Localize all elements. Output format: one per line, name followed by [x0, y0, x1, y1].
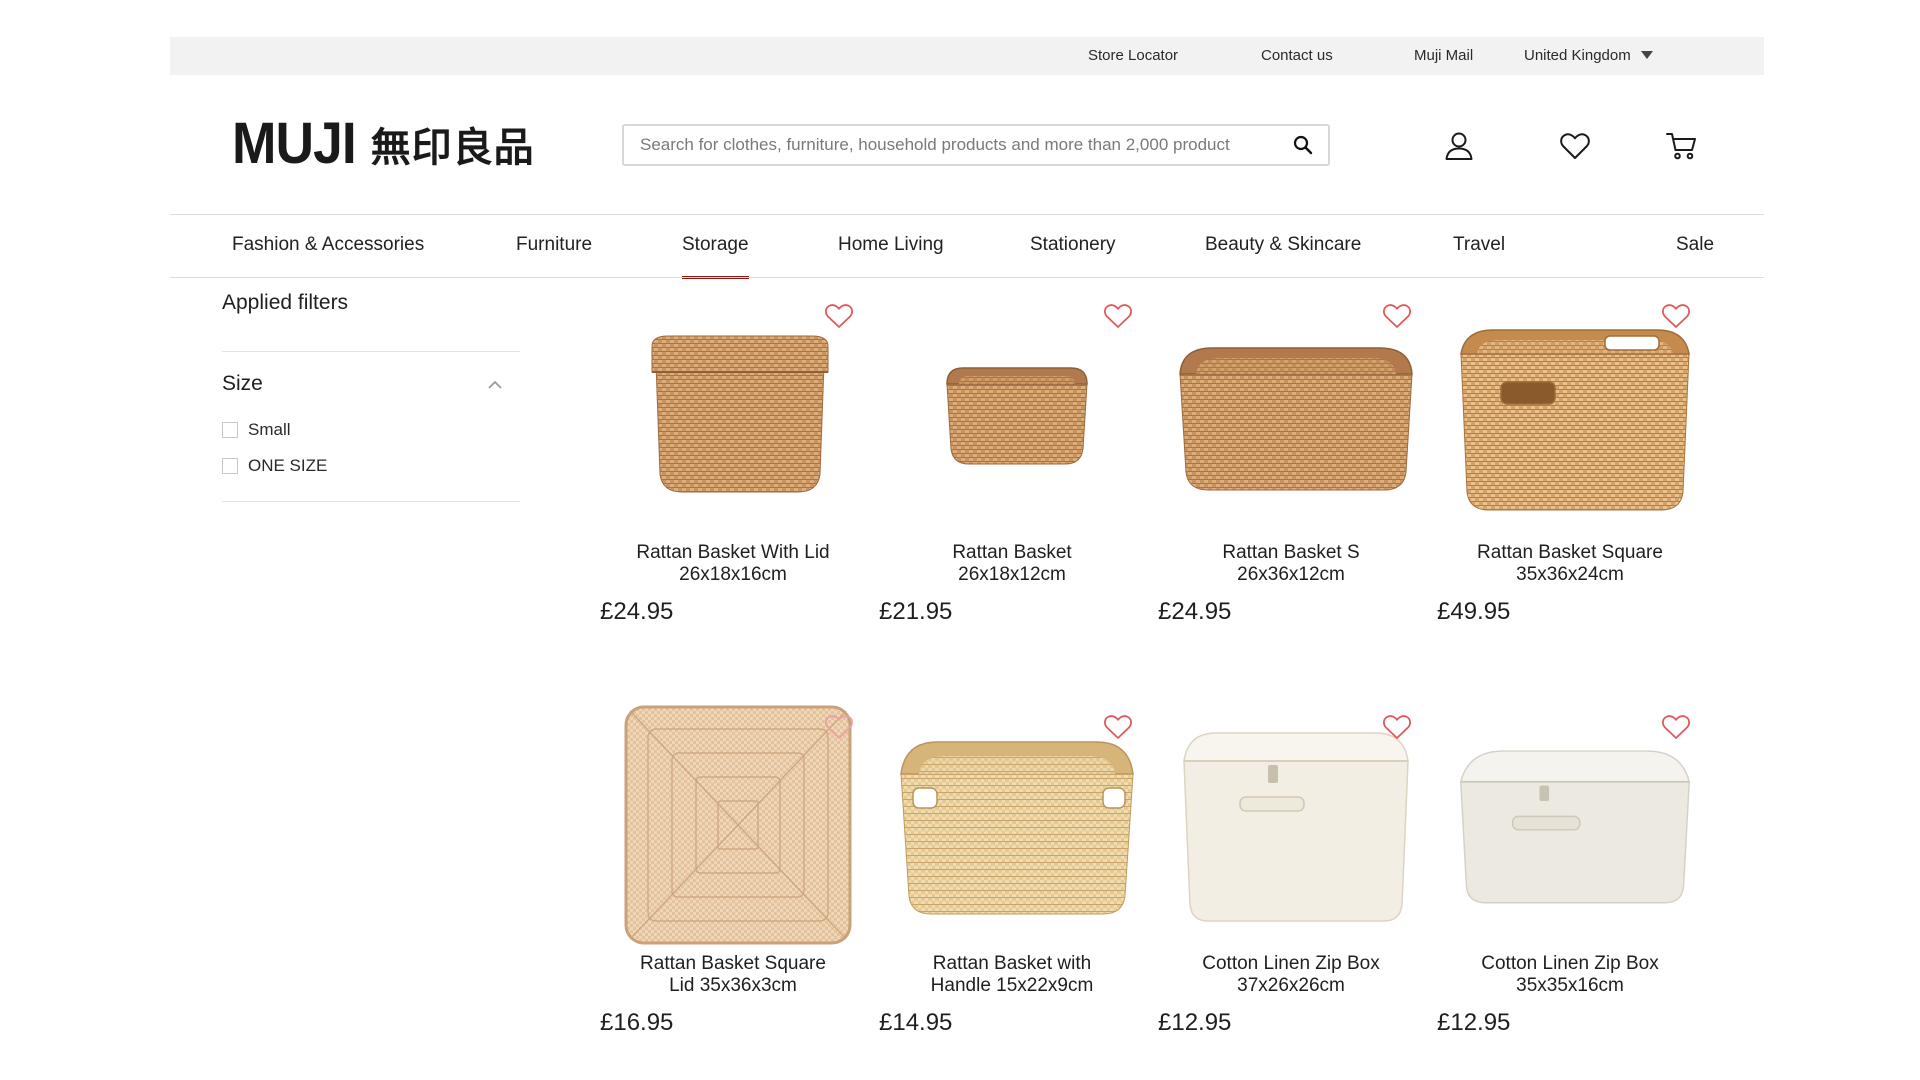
product-name-line: Rattan Basket S — [1222, 542, 1360, 563]
product-card[interactable]: Rattan Basket with Handle 15x22x9cm £14.9… — [877, 705, 1147, 1065]
product-card[interactable]: Rattan Basket 26x18x12cm £21.95 — [877, 294, 1147, 654]
search-bar — [622, 124, 1330, 166]
product-name[interactable]: Rattan Basket Square Lid 35x36x3cm — [598, 953, 868, 997]
product-name-line: 35x35x16cm — [1516, 975, 1624, 996]
product-image[interactable] — [618, 705, 858, 945]
wishlist-heart-icon[interactable] — [824, 713, 854, 741]
wishlist-heart-icon[interactable] — [1382, 713, 1412, 741]
product-name[interactable]: Rattan Basket Square 35x36x24cm — [1435, 542, 1705, 586]
contact-us-link[interactable]: Contact us — [1261, 37, 1333, 75]
size-option-small[interactable]: Small — [222, 420, 291, 440]
product-price: £14.95 — [879, 1009, 953, 1036]
nav-divider-bottom — [170, 277, 1764, 278]
checkbox[interactable] — [222, 422, 238, 438]
product-name-line: 35x36x24cm — [1516, 564, 1624, 585]
nav-fashion[interactable]: Fashion & Accessories — [232, 232, 424, 258]
nav-sale[interactable]: Sale — [1676, 232, 1714, 258]
product-name-line: Lid 35x36x3cm — [669, 975, 797, 996]
product-name-line: Rattan Basket Square — [640, 953, 826, 974]
product-name-line: 26x36x12cm — [1237, 564, 1345, 585]
filter-divider — [222, 351, 520, 352]
product-image[interactable] — [1455, 705, 1695, 945]
nav-beauty-skincare[interactable]: Beauty & Skincare — [1205, 232, 1361, 258]
product-name-line: Cotton Linen Zip Box — [1202, 953, 1380, 974]
product-name[interactable]: Cotton Linen Zip Box 35x35x16cm — [1435, 953, 1705, 997]
store-locator-link[interactable]: Store Locator — [1088, 37, 1178, 75]
caret-down-icon — [1640, 51, 1653, 59]
product-image[interactable] — [897, 294, 1137, 534]
product-card[interactable]: Rattan Basket Square 35x36x24cm £49.95 — [1435, 294, 1705, 654]
product-card[interactable]: Rattan Basket Square Lid 35x36x3cm £16.95 — [598, 705, 868, 1065]
wishlist-heart-icon[interactable] — [1661, 302, 1691, 330]
product-name-line: Handle 15x22x9cm — [930, 975, 1094, 996]
product-name-line: Cotton Linen Zip Box — [1481, 953, 1659, 974]
logo-kanji-text: 無印良品 — [370, 125, 535, 171]
utility-bar: Store Locator Contact us Muji Mail Unite… — [170, 37, 1764, 75]
wishlist-heart-icon[interactable] — [1661, 713, 1691, 741]
product-image[interactable] — [897, 705, 1137, 945]
nav-storage[interactable]: Storage — [682, 232, 749, 279]
product-name[interactable]: Rattan Basket with Handle 15x22x9cm — [877, 953, 1147, 997]
country-label: United Kingdom — [1524, 47, 1631, 64]
size-option-one-size[interactable]: ONE SIZE — [222, 456, 327, 476]
size-option-label: Small — [248, 420, 291, 439]
product-name-line: Rattan Basket with — [932, 953, 1092, 974]
product-card[interactable]: Rattan Basket S 26x36x12cm £24.95 — [1156, 294, 1426, 654]
product-card[interactable]: Cotton Linen Zip Box 37x26x26cm £12.95 — [1156, 705, 1426, 1065]
product-price: £24.95 — [600, 598, 674, 625]
product-image[interactable] — [1176, 294, 1416, 534]
product-price: £12.95 — [1158, 1009, 1232, 1036]
product-price: £24.95 — [1158, 598, 1232, 625]
product-image[interactable] — [1455, 294, 1695, 534]
product-name-line: 26x18x16cm — [679, 564, 787, 585]
nav-stationery[interactable]: Stationery — [1030, 232, 1116, 258]
size-option-label: ONE SIZE — [248, 456, 328, 475]
wishlist-heart-icon[interactable] — [1103, 713, 1133, 741]
wishlist-heart-icon[interactable] — [1103, 302, 1133, 330]
size-filter-heading[interactable]: Size — [222, 372, 263, 396]
nav-travel[interactable]: Travel — [1453, 232, 1505, 258]
product-card[interactable]: Rattan Basket With Lid 26x18x16cm £24.95 — [598, 294, 868, 654]
product-name-line: 37x26x26cm — [1237, 975, 1345, 996]
nav-divider-top — [170, 214, 1764, 215]
country-selector[interactable]: United Kingdom — [1524, 37, 1653, 75]
search-icon[interactable] — [1286, 128, 1320, 162]
product-card[interactable]: Cotton Linen Zip Box 35x35x16cm £12.95 — [1435, 705, 1705, 1065]
product-name[interactable]: Rattan Basket 26x18x12cm — [877, 542, 1147, 586]
filter-divider — [222, 501, 520, 502]
product-name[interactable]: Cotton Linen Zip Box 37x26x26cm — [1156, 953, 1426, 997]
wishlist-heart-icon[interactable] — [824, 302, 854, 330]
nav-home-living[interactable]: Home Living — [838, 232, 944, 258]
search-input[interactable] — [640, 135, 1286, 155]
product-price: £16.95 — [600, 1009, 674, 1036]
product-image[interactable] — [618, 294, 858, 534]
applied-filters-heading: Applied filters — [222, 291, 349, 314]
product-name-line: Rattan Basket — [952, 542, 1072, 563]
account-icon[interactable] — [1441, 128, 1477, 164]
nav-furniture[interactable]: Furniture — [516, 232, 592, 258]
product-price: £12.95 — [1437, 1009, 1511, 1036]
product-price: £49.95 — [1437, 598, 1511, 625]
wishlist-heart-icon[interactable] — [1557, 128, 1593, 164]
product-name[interactable]: Rattan Basket S 26x36x12cm — [1156, 542, 1426, 586]
product-image[interactable] — [1176, 705, 1416, 945]
checkbox[interactable] — [222, 458, 238, 474]
muji-logo[interactable]: MUJI 無印良品 — [232, 114, 535, 174]
chevron-up-icon[interactable] — [484, 374, 506, 396]
cart-icon[interactable] — [1664, 128, 1700, 164]
product-name-line: Rattan Basket Square — [1477, 542, 1663, 563]
product-name-line: Rattan Basket With Lid — [636, 542, 830, 563]
muji-mail-link[interactable]: Muji Mail — [1414, 37, 1473, 75]
wishlist-heart-icon[interactable] — [1382, 302, 1412, 330]
product-name[interactable]: Rattan Basket With Lid 26x18x16cm — [598, 542, 868, 586]
logo-latin-text: MUJI — [232, 111, 357, 176]
product-name-line: 26x18x12cm — [958, 564, 1066, 585]
product-price: £21.95 — [879, 598, 953, 625]
